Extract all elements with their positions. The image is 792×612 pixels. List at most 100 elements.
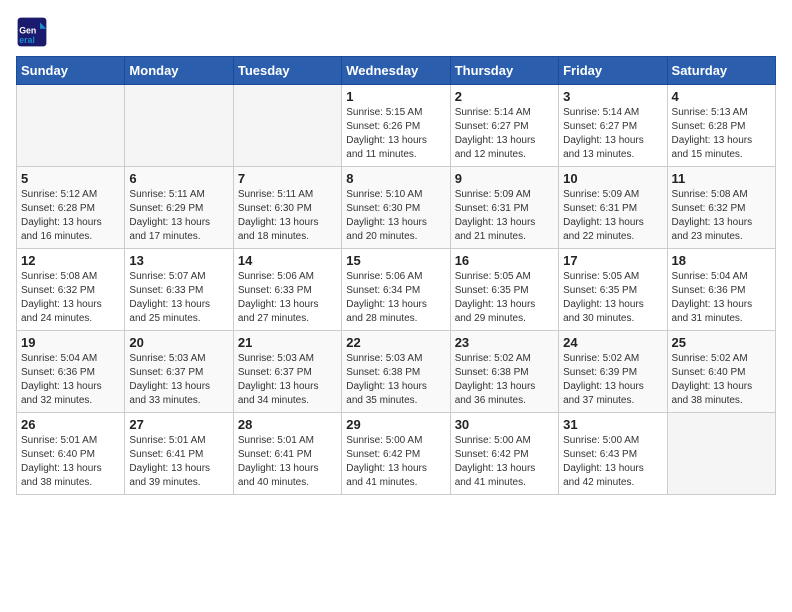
day-info: Sunrise: 5:11 AM Sunset: 6:30 PM Dayligh…	[238, 188, 337, 244]
day-info: Sunrise: 5:08 AM Sunset: 6:32 PM Dayligh…	[21, 270, 120, 326]
day-number: 26	[21, 417, 120, 432]
calendar-day: 5 Sunrise: 5:12 AM Sunset: 6:28 PM Dayli…	[17, 167, 125, 249]
day-info: Sunrise: 5:12 AM Sunset: 6:28 PM Dayligh…	[21, 188, 120, 244]
day-number: 15	[346, 253, 445, 268]
day-number: 30	[455, 417, 554, 432]
day-info: Sunrise: 5:09 AM Sunset: 6:31 PM Dayligh…	[455, 188, 554, 244]
calendar-week-3: 12 Sunrise: 5:08 AM Sunset: 6:32 PM Dayl…	[17, 249, 776, 331]
day-number: 31	[563, 417, 662, 432]
day-number: 3	[563, 89, 662, 104]
day-number: 11	[672, 171, 771, 186]
day-info: Sunrise: 5:14 AM Sunset: 6:27 PM Dayligh…	[563, 106, 662, 162]
weekday-header-thursday: Thursday	[450, 57, 558, 85]
calendar-header-row: SundayMondayTuesdayWednesdayThursdayFrid…	[17, 57, 776, 85]
day-info: Sunrise: 5:09 AM Sunset: 6:31 PM Dayligh…	[563, 188, 662, 244]
calendar-day: 9 Sunrise: 5:09 AM Sunset: 6:31 PM Dayli…	[450, 167, 558, 249]
day-info: Sunrise: 5:01 AM Sunset: 6:40 PM Dayligh…	[21, 434, 120, 490]
calendar-day: 25 Sunrise: 5:02 AM Sunset: 6:40 PM Dayl…	[667, 331, 775, 413]
svg-text:eral: eral	[19, 35, 35, 45]
calendar-week-2: 5 Sunrise: 5:12 AM Sunset: 6:28 PM Dayli…	[17, 167, 776, 249]
day-number: 19	[21, 335, 120, 350]
calendar-day: 1 Sunrise: 5:15 AM Sunset: 6:26 PM Dayli…	[342, 85, 450, 167]
day-number: 25	[672, 335, 771, 350]
day-number: 28	[238, 417, 337, 432]
day-number: 4	[672, 89, 771, 104]
calendar-day: 24 Sunrise: 5:02 AM Sunset: 6:39 PM Dayl…	[559, 331, 667, 413]
day-number: 9	[455, 171, 554, 186]
calendar-day: 11 Sunrise: 5:08 AM Sunset: 6:32 PM Dayl…	[667, 167, 775, 249]
calendar-week-5: 26 Sunrise: 5:01 AM Sunset: 6:40 PM Dayl…	[17, 413, 776, 495]
calendar-day: 10 Sunrise: 5:09 AM Sunset: 6:31 PM Dayl…	[559, 167, 667, 249]
svg-text:Gen: Gen	[19, 26, 36, 36]
day-number: 14	[238, 253, 337, 268]
day-info: Sunrise: 5:02 AM Sunset: 6:40 PM Dayligh…	[672, 352, 771, 408]
day-info: Sunrise: 5:07 AM Sunset: 6:33 PM Dayligh…	[129, 270, 228, 326]
page-header: Gen eral	[16, 16, 776, 48]
calendar-day: 6 Sunrise: 5:11 AM Sunset: 6:29 PM Dayli…	[125, 167, 233, 249]
day-info: Sunrise: 5:01 AM Sunset: 6:41 PM Dayligh…	[238, 434, 337, 490]
weekday-header-monday: Monday	[125, 57, 233, 85]
logo: Gen eral	[16, 16, 52, 48]
day-info: Sunrise: 5:04 AM Sunset: 6:36 PM Dayligh…	[672, 270, 771, 326]
calendar-day: 15 Sunrise: 5:06 AM Sunset: 6:34 PM Dayl…	[342, 249, 450, 331]
day-info: Sunrise: 5:05 AM Sunset: 6:35 PM Dayligh…	[455, 270, 554, 326]
weekday-header-saturday: Saturday	[667, 57, 775, 85]
calendar-table: SundayMondayTuesdayWednesdayThursdayFrid…	[16, 56, 776, 495]
day-info: Sunrise: 5:00 AM Sunset: 6:42 PM Dayligh…	[455, 434, 554, 490]
calendar-week-4: 19 Sunrise: 5:04 AM Sunset: 6:36 PM Dayl…	[17, 331, 776, 413]
calendar-day: 21 Sunrise: 5:03 AM Sunset: 6:37 PM Dayl…	[233, 331, 341, 413]
calendar-day: 23 Sunrise: 5:02 AM Sunset: 6:38 PM Dayl…	[450, 331, 558, 413]
day-number: 22	[346, 335, 445, 350]
day-info: Sunrise: 5:02 AM Sunset: 6:38 PM Dayligh…	[455, 352, 554, 408]
day-info: Sunrise: 5:03 AM Sunset: 6:37 PM Dayligh…	[238, 352, 337, 408]
calendar-day: 19 Sunrise: 5:04 AM Sunset: 6:36 PM Dayl…	[17, 331, 125, 413]
calendar-day	[125, 85, 233, 167]
day-info: Sunrise: 5:14 AM Sunset: 6:27 PM Dayligh…	[455, 106, 554, 162]
day-info: Sunrise: 5:03 AM Sunset: 6:37 PM Dayligh…	[129, 352, 228, 408]
calendar-day: 3 Sunrise: 5:14 AM Sunset: 6:27 PM Dayli…	[559, 85, 667, 167]
calendar-day: 26 Sunrise: 5:01 AM Sunset: 6:40 PM Dayl…	[17, 413, 125, 495]
calendar-day: 30 Sunrise: 5:00 AM Sunset: 6:42 PM Dayl…	[450, 413, 558, 495]
calendar-day	[667, 413, 775, 495]
day-info: Sunrise: 5:04 AM Sunset: 6:36 PM Dayligh…	[21, 352, 120, 408]
day-info: Sunrise: 5:00 AM Sunset: 6:42 PM Dayligh…	[346, 434, 445, 490]
day-number: 6	[129, 171, 228, 186]
day-info: Sunrise: 5:11 AM Sunset: 6:29 PM Dayligh…	[129, 188, 228, 244]
day-number: 21	[238, 335, 337, 350]
calendar-day: 31 Sunrise: 5:00 AM Sunset: 6:43 PM Dayl…	[559, 413, 667, 495]
day-info: Sunrise: 5:06 AM Sunset: 6:34 PM Dayligh…	[346, 270, 445, 326]
day-number: 5	[21, 171, 120, 186]
day-info: Sunrise: 5:06 AM Sunset: 6:33 PM Dayligh…	[238, 270, 337, 326]
weekday-header-tuesday: Tuesday	[233, 57, 341, 85]
day-number: 1	[346, 89, 445, 104]
calendar-day: 17 Sunrise: 5:05 AM Sunset: 6:35 PM Dayl…	[559, 249, 667, 331]
day-number: 7	[238, 171, 337, 186]
calendar-day: 4 Sunrise: 5:13 AM Sunset: 6:28 PM Dayli…	[667, 85, 775, 167]
day-number: 18	[672, 253, 771, 268]
day-number: 29	[346, 417, 445, 432]
day-info: Sunrise: 5:02 AM Sunset: 6:39 PM Dayligh…	[563, 352, 662, 408]
calendar-day: 14 Sunrise: 5:06 AM Sunset: 6:33 PM Dayl…	[233, 249, 341, 331]
weekday-header-wednesday: Wednesday	[342, 57, 450, 85]
day-number: 17	[563, 253, 662, 268]
day-info: Sunrise: 5:00 AM Sunset: 6:43 PM Dayligh…	[563, 434, 662, 490]
day-number: 16	[455, 253, 554, 268]
calendar-day: 12 Sunrise: 5:08 AM Sunset: 6:32 PM Dayl…	[17, 249, 125, 331]
day-info: Sunrise: 5:01 AM Sunset: 6:41 PM Dayligh…	[129, 434, 228, 490]
calendar-day	[233, 85, 341, 167]
calendar-day: 7 Sunrise: 5:11 AM Sunset: 6:30 PM Dayli…	[233, 167, 341, 249]
day-number: 2	[455, 89, 554, 104]
calendar-day: 27 Sunrise: 5:01 AM Sunset: 6:41 PM Dayl…	[125, 413, 233, 495]
weekday-header-friday: Friday	[559, 57, 667, 85]
day-number: 13	[129, 253, 228, 268]
day-info: Sunrise: 5:08 AM Sunset: 6:32 PM Dayligh…	[672, 188, 771, 244]
day-number: 27	[129, 417, 228, 432]
calendar-day: 2 Sunrise: 5:14 AM Sunset: 6:27 PM Dayli…	[450, 85, 558, 167]
day-info: Sunrise: 5:15 AM Sunset: 6:26 PM Dayligh…	[346, 106, 445, 162]
calendar-week-1: 1 Sunrise: 5:15 AM Sunset: 6:26 PM Dayli…	[17, 85, 776, 167]
calendar-day: 18 Sunrise: 5:04 AM Sunset: 6:36 PM Dayl…	[667, 249, 775, 331]
day-info: Sunrise: 5:10 AM Sunset: 6:30 PM Dayligh…	[346, 188, 445, 244]
day-info: Sunrise: 5:13 AM Sunset: 6:28 PM Dayligh…	[672, 106, 771, 162]
calendar-day	[17, 85, 125, 167]
calendar-day: 29 Sunrise: 5:00 AM Sunset: 6:42 PM Dayl…	[342, 413, 450, 495]
